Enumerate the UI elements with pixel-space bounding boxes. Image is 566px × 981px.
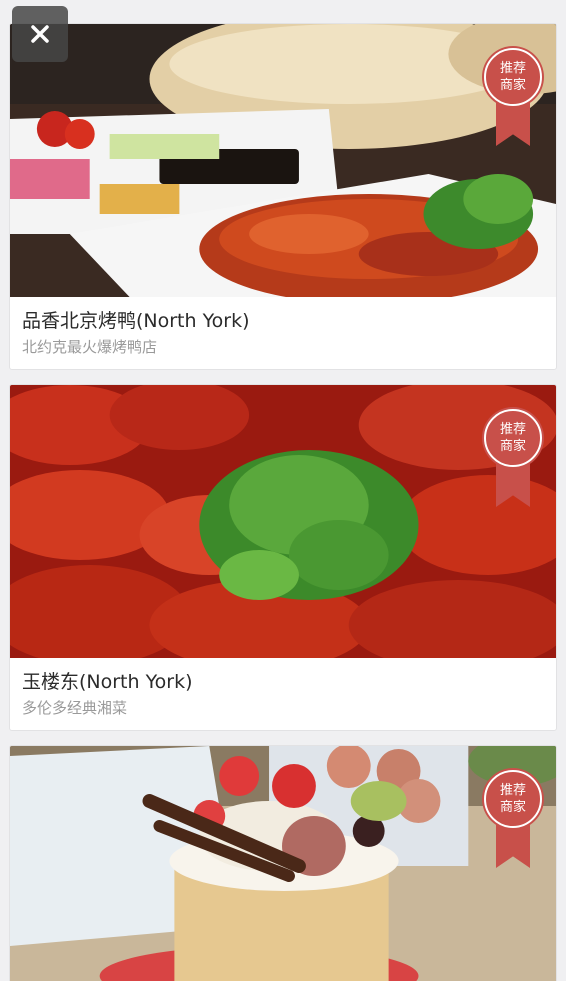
merchant-card[interactable]: 推荐 商家 玉楼东(North York) 多伦多经典湘菜	[9, 384, 557, 731]
merchant-card[interactable]: 推荐 商家	[9, 745, 557, 981]
merchant-tagline: 多伦多经典湘菜	[22, 699, 128, 717]
merchant-photo: 推荐 商家	[10, 385, 556, 658]
merchant-feed: 推荐 商家 品香北京烤鸭(North York) 北约克最火爆烤鸭店 推荐 商家…	[9, 23, 557, 981]
close-icon	[31, 25, 49, 43]
merchant-card[interactable]: 推荐 商家 品香北京烤鸭(North York) 北约克最火爆烤鸭店	[9, 23, 557, 370]
recommended-badge: 推荐 商家	[484, 770, 542, 870]
merchant-photo: 推荐 商家	[10, 24, 556, 297]
recommended-badge: 推荐 商家	[484, 48, 542, 148]
merchant-tagline: 北约克最火爆烤鸭店	[22, 338, 158, 356]
close-button[interactable]	[12, 6, 68, 62]
recommended-badge: 推荐 商家	[484, 409, 542, 509]
merchant-photo: 推荐 商家	[10, 746, 556, 981]
merchant-name: 玉楼东(North York)	[22, 671, 193, 693]
merchant-name: 品香北京烤鸭(North York)	[22, 310, 250, 332]
